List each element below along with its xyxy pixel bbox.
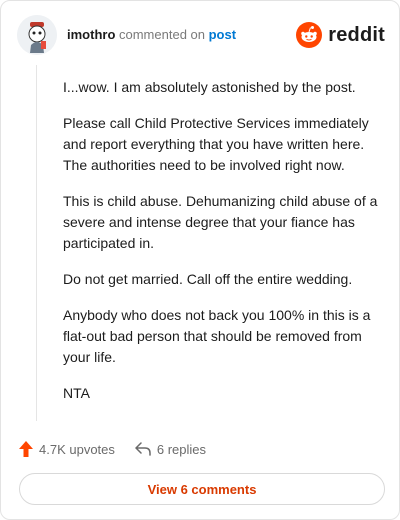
username-link[interactable]: imothro xyxy=(67,27,115,42)
comment-paragraph: Anybody who does not back you 100% in th… xyxy=(63,307,371,365)
comment-paragraph: This is child abuse. Dehumanizing child … xyxy=(63,193,378,251)
avatar-icon xyxy=(17,15,57,55)
upvote-button[interactable]: 4.7K upvotes xyxy=(19,441,115,457)
action-text: commented on xyxy=(115,27,209,42)
view-comments-button[interactable]: View 6 comments xyxy=(19,473,385,505)
upvote-arrow-icon xyxy=(19,441,33,457)
comment-header: imothro commented on post reddit xyxy=(17,15,385,55)
comment-paragraph: NTA xyxy=(63,385,90,401)
comment-paragraph: Do not get married. Call off the entire … xyxy=(63,271,353,287)
reply-arrow-icon xyxy=(135,442,151,456)
reply-count: 6 replies xyxy=(156,441,207,457)
reddit-brand[interactable]: reddit xyxy=(296,21,385,49)
comment-paragraph: I...wow. I am absolutely astonished by t… xyxy=(63,79,356,95)
comment-paragraph: Please call Child Protective Services im… xyxy=(63,115,369,173)
thread-line[interactable] xyxy=(36,65,37,421)
post-link[interactable]: post xyxy=(209,27,236,42)
brand-wordmark: reddit xyxy=(328,23,385,46)
upvote-count: 4.7K upvotes xyxy=(39,441,115,457)
reddit-snoo-icon xyxy=(296,22,323,48)
comment-card: imothro commented on post reddit I...wow… xyxy=(0,0,400,520)
comment-actions: 4.7K upvotes 6 replies xyxy=(19,438,379,460)
comment-body: I...wow. I am absolutely astonished by t… xyxy=(63,77,385,419)
user-avatar[interactable] xyxy=(17,15,57,55)
comment-meta: imothro commented on post xyxy=(67,27,236,42)
reply-button[interactable]: 6 replies xyxy=(135,442,206,457)
